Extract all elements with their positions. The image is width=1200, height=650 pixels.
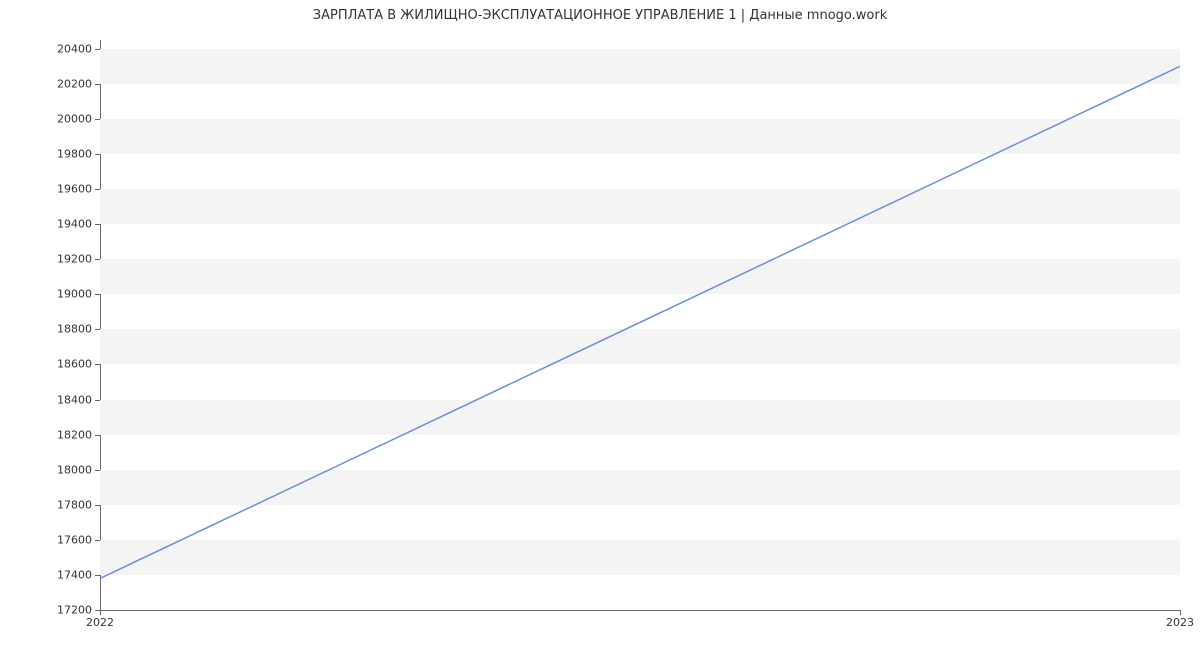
y-tick-label: 18400 xyxy=(32,393,92,406)
y-tick-mark xyxy=(95,470,100,471)
y-tick-mark xyxy=(95,294,100,295)
y-tick-label: 19000 xyxy=(32,288,92,301)
y-tick-label: 18200 xyxy=(32,428,92,441)
y-tick-label: 19600 xyxy=(32,183,92,196)
y-tick-label: 18600 xyxy=(32,358,92,371)
y-tick-mark xyxy=(95,329,100,330)
y-tick-mark xyxy=(95,435,100,436)
data-line xyxy=(100,66,1180,578)
y-tick-mark xyxy=(95,224,100,225)
y-tick-mark xyxy=(95,540,100,541)
y-tick-label: 17400 xyxy=(32,568,92,581)
y-tick-mark xyxy=(95,505,100,506)
y-tick-label: 19200 xyxy=(32,253,92,266)
y-tick-label: 18000 xyxy=(32,463,92,476)
x-tick-mark xyxy=(1180,610,1181,615)
y-tick-mark xyxy=(95,119,100,120)
x-tick-mark xyxy=(100,610,101,615)
y-tick-mark xyxy=(95,364,100,365)
y-tick-label: 18800 xyxy=(32,323,92,336)
y-tick-mark xyxy=(95,575,100,576)
y-tick-label: 20200 xyxy=(32,77,92,90)
y-tick-label: 20000 xyxy=(32,112,92,125)
plot-area xyxy=(100,40,1180,610)
y-tick-mark xyxy=(95,154,100,155)
x-tick-label: 2023 xyxy=(1166,616,1194,629)
y-tick-label: 17200 xyxy=(32,604,92,617)
y-tick-mark xyxy=(95,189,100,190)
y-tick-mark xyxy=(95,259,100,260)
y-tick-label: 19800 xyxy=(32,148,92,161)
y-tick-label: 17800 xyxy=(32,498,92,511)
y-tick-mark xyxy=(95,84,100,85)
y-tick-label: 17600 xyxy=(32,533,92,546)
x-axis-line xyxy=(100,610,1180,611)
y-tick-label: 19400 xyxy=(32,218,92,231)
chart-line-layer xyxy=(100,40,1180,610)
y-tick-mark xyxy=(95,400,100,401)
y-tick-label: 20400 xyxy=(32,42,92,55)
x-tick-label: 2022 xyxy=(86,616,114,629)
y-tick-mark xyxy=(95,49,100,50)
chart-title: ЗАРПЛАТА В ЖИЛИЩНО-ЭКСПЛУАТАЦИОННОЕ УПРА… xyxy=(0,8,1200,23)
